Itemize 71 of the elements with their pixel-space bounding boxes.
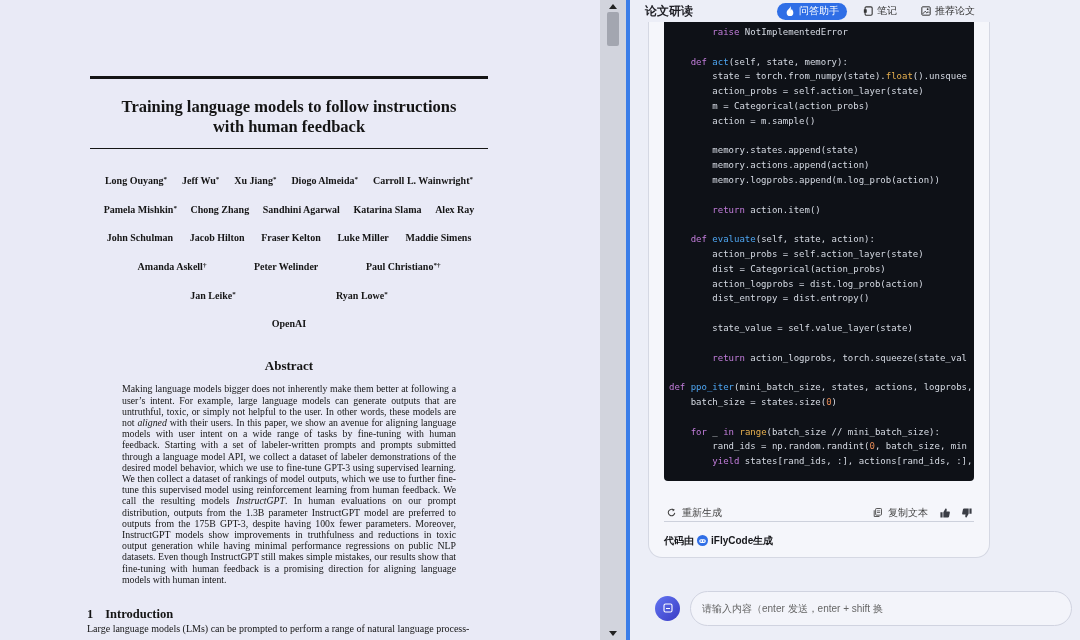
robot-icon [697, 534, 708, 546]
code-line: yield states[rand_ids, :], actions[rand_ids, :], [711, 455, 973, 469]
code-line: batch_size = states.size(0) [689, 395, 837, 409]
code-line: def act(self, state, memory): [689, 55, 848, 69]
author-name: Jeff Wu$^{*}$ [182, 174, 220, 188]
scrollbar-thumb[interactable] [607, 12, 619, 46]
code-line: for _ in range(batch_size // mini_batch_size): [689, 425, 940, 439]
tab[interactable]: 推荐论文 [913, 2, 983, 20]
code-line: m = Categorical(action_probs) [711, 100, 870, 113]
code-line: action_probs = self.action_layer(state) [711, 85, 924, 99]
picture-icon [921, 6, 931, 16]
abstract-heading: Abstract [264, 358, 314, 375]
tab[interactable]: 问答助手 [777, 2, 847, 20]
author-name: Jacob Hilton [189, 231, 245, 246]
paper-title: Training language models to follow instructions with human feedback [120, 97, 458, 137]
input-field[interactable]: 请输入内容（enter 发送，enter + shift 换 [690, 590, 1072, 626]
author-name: Long Ouyang$^{*}$ [104, 174, 168, 188]
section-number: 1 [87, 607, 94, 622]
author-name: Xu Jiang$^{*}$ [234, 174, 277, 188]
author-name: Jan Leike$^{*}$ [190, 288, 236, 303]
code-line: def evaluate(self, state, action): [689, 233, 875, 247]
author-name: Sandhini Agarwal [262, 202, 340, 217]
code-line: action_probs = self.action_layer(state) [711, 247, 924, 261]
flame-icon [785, 6, 795, 16]
footer-text: 代码由 [664, 533, 694, 547]
code-line: state = torch.from_numpy(state).float().unsquee [711, 70, 968, 84]
author-name: Fraser Kelton [261, 231, 321, 246]
author-name: Amanda Askell$^{†}$ [137, 260, 207, 275]
code-line: rand_ids = np.random.randint(0, batch_size, min [711, 440, 968, 454]
code-line: memory.logprobs.append(m.log_prob(action)) [711, 173, 940, 187]
notebook-icon [863, 6, 873, 16]
author-name: Diogo Almeida$^{*}$ [291, 174, 358, 188]
affiliation: OpenAI [271, 317, 307, 332]
copy-icon [873, 508, 882, 518]
code-line: def ppo_iter(mini_batch_size, states, actions, logprobs, [669, 381, 973, 395]
code-line: action_logprobs = dist.log_prob(action) [711, 277, 924, 291]
regenerate-button[interactable]: 重新生成 [667, 505, 722, 520]
brand-text: iFlyCode生成 [711, 533, 774, 547]
code-line: memory.actions.append(action) [711, 159, 870, 173]
author-name: Ryan Lowe$^{*}$ [335, 288, 388, 303]
thumbs-down-icon[interactable] [962, 507, 972, 518]
code-line: memory.states.append(state) [711, 144, 859, 158]
code-line: action = m.sample() [711, 114, 816, 128]
code-line: return action_logprobs, torch.squeeze(state_val [711, 351, 968, 365]
author-name: Peter Welinder [253, 260, 319, 275]
author-name: Maddie Simens [405, 231, 472, 246]
abstract-text: Making language models bigger does not inherently make them better at following a user’s intent. For example, large language models can generate outputs that are untruthful, toxic, or simply not helpful to the user. In other words, these models are not aligned with their users. In this paper, we show an avenue for aligning language models with user intent on a wide range of tasks by fine-tuning with human feedback. Starting with a set of labeler-written prompts and prompts submitted through a language model API, we collect a dataset of labeler demonstrations of the desired model behavior, which we use to fine-tune GPT-3 using supervised learning. We then collect a dataset of rankings of model outputs, which we use to further fine-tune this supervised model using reinforcement learning from human feedback. We call the resulting models InstructGPT. In human evaluations on our prompt distribution, outputs from the 1.3B parameter InstructGPT model are preferred to outputs from the 175B GPT-3, despite having 100x fewer parameters. Moreover, InstructGPT models show improvements in truthfulness and reductions in toxic output generation while having minimal performance regressions on public NLP datasets. Even though InstructGPT still makes simple mistakes, our results show that fine-tuning with human feedback is a promising direction for aligning language models with human intent. [122, 383, 456, 586]
author-name: Luke Miller [337, 231, 389, 246]
scroll-down-icon[interactable] [609, 631, 617, 636]
refresh-icon [667, 508, 676, 518]
author-name: Paul Christiano$^{*†}$ [365, 260, 441, 275]
copy-button[interactable]: 复制文本 [873, 505, 928, 520]
code-line: dist_entropy = dist.entropy() [711, 292, 870, 306]
code-line: return action.item() [711, 203, 821, 217]
author-name: Chong Zhang [190, 202, 250, 217]
code-line: dist = Categorical(action_probs) [711, 262, 886, 276]
panel-title: 论文研读 [645, 2, 693, 20]
tab[interactable]: 笔记 [855, 2, 905, 20]
thumbs-up-icon[interactable] [940, 507, 950, 518]
code-line: raise NotImplementedError [711, 26, 848, 39]
body-text-line: Large language models (LMs) can be prompted to perform a range of natural language process- [87, 623, 470, 636]
code-line: state_value = self.value_layer(state) [711, 321, 913, 335]
message-icon [662, 603, 673, 614]
author-name: Katarina Slama [353, 202, 422, 217]
section-title: Introduction [105, 607, 174, 622]
author-name: Alex Ray [435, 202, 475, 217]
chat-button[interactable] [655, 595, 680, 621]
author-name: Pamela Mishkin$^{*}$ [103, 202, 177, 217]
author-name: Carroll L. Wainwright$^{*}$ [372, 174, 473, 188]
scroll-up-icon[interactable] [609, 4, 617, 9]
author-name: John Schulman [106, 231, 174, 246]
